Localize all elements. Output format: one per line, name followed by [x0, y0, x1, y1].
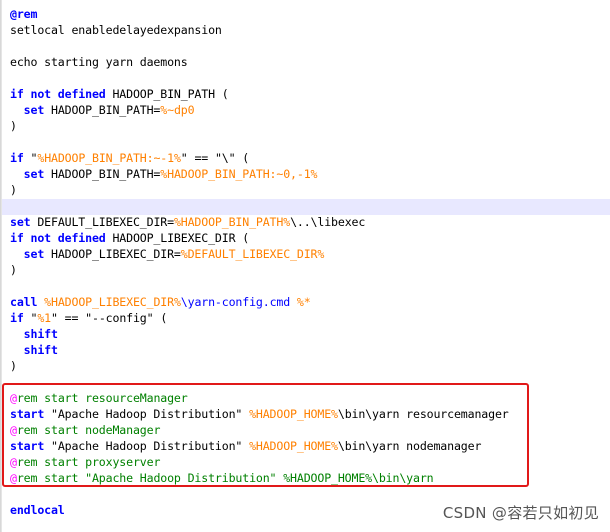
code-token: DEFAULT_LIBEXEC_DIR= [30, 215, 174, 229]
code-token: HADOOP_LIBEXEC_DIR= [44, 247, 181, 261]
code-token: HADOOP_BIN_PATH= [44, 103, 161, 117]
code-token: set [10, 247, 45, 261]
code-token: " [180, 151, 188, 165]
code-token: \yarn-config.cmd [180, 295, 297, 309]
code-line[interactable] [10, 486, 610, 502]
code-token: %HADOOP_LIBEXEC_DIR% [44, 295, 181, 309]
code-line[interactable] [10, 38, 610, 54]
code-line[interactable]: set HADOOP_BIN_PATH=%HADOOP_BIN_PATH:~0,… [10, 166, 610, 182]
code-token: \..\libexec [290, 215, 366, 229]
code-token: %HADOOP_BIN_PATH:~-1% [37, 151, 181, 165]
code-token: %HADOOP_BIN_PATH:~0,-1% [160, 167, 318, 181]
code-token: setlocal enabledelayedexpansion [10, 23, 222, 37]
code-token: ) [10, 183, 17, 197]
code-token: call [10, 295, 38, 309]
code-token: if [10, 311, 24, 325]
code-line[interactable]: call %HADOOP_LIBEXEC_DIR%\yarn-config.cm… [10, 294, 610, 310]
code-token: %* [296, 295, 311, 309]
code-line[interactable]: ) [10, 182, 610, 198]
watermark-text: CSDN @容若只如初见 [442, 504, 599, 522]
code-line[interactable]: if "%1" == "--config" ( [10, 310, 610, 326]
code-token: set [10, 167, 45, 181]
code-line[interactable] [10, 198, 610, 214]
code-token: set [10, 103, 45, 117]
code-token: if not defined [10, 231, 106, 245]
code-token: %HADOOP_BIN_PATH% [173, 215, 291, 229]
code-token: " == [51, 311, 86, 325]
code-line[interactable]: set HADOOP_BIN_PATH=%~dp0 [10, 102, 610, 118]
code-token: HADOOP_BIN_PATH= [44, 167, 161, 181]
code-token: " [23, 311, 38, 325]
code-token: ( [235, 151, 250, 165]
code-token: ( [242, 231, 250, 245]
code-token: ) [10, 119, 17, 133]
code-token: HADOOP_BIN_PATH [105, 87, 222, 101]
code-line[interactable]: set DEFAULT_LIBEXEC_DIR=%HADOOP_BIN_PATH… [10, 214, 610, 230]
code-token: %DEFAULT_LIBEXEC_DIR% [180, 247, 325, 261]
code-line[interactable] [10, 134, 610, 150]
code-token: ) [10, 359, 17, 373]
highlight-box [2, 383, 529, 487]
code-token: ( [221, 87, 229, 101]
code-line[interactable]: if not defined HADOOP_LIBEXEC_DIR ( [10, 230, 610, 246]
code-editor[interactable]: @rem setlocal enabledelayedexpansion echo… [0, 0, 610, 532]
code-line[interactable]: ) [10, 118, 610, 134]
code-token: endlocal [10, 503, 65, 517]
code-token: HADOOP_LIBEXEC_DIR [105, 231, 243, 245]
code-token: %~dp0 [160, 103, 195, 117]
code-line[interactable] [10, 278, 610, 294]
code-line[interactable] [10, 70, 610, 86]
code-token: echo starting yarn daemons [10, 55, 188, 69]
code-line[interactable]: @rem [10, 6, 610, 22]
code-token: if [10, 151, 24, 165]
code-token: shift [10, 343, 58, 357]
code-line[interactable]: if "%HADOOP_BIN_PATH:~-1%" == "\" ( [10, 150, 610, 166]
code-line[interactable]: setlocal enabledelayedexpansion [10, 22, 610, 38]
code-token: ) [10, 263, 17, 277]
code-line[interactable]: if not defined HADOOP_BIN_PATH ( [10, 86, 610, 102]
code-line[interactable]: set HADOOP_LIBEXEC_DIR=%DEFAULT_LIBEXEC_… [10, 246, 610, 262]
code-token: %1 [37, 311, 52, 325]
code-line[interactable]: shift [10, 326, 610, 342]
code-token: ( [153, 311, 168, 325]
code-token: if not defined [10, 87, 106, 101]
code-token: set [10, 215, 31, 229]
code-token: @rem [10, 7, 38, 21]
code-token: "--config" [85, 311, 154, 325]
code-token: == [187, 151, 215, 165]
code-line[interactable]: shift [10, 342, 610, 358]
code-line[interactable]: echo starting yarn daemons [10, 54, 610, 70]
code-token: shift [10, 327, 58, 341]
code-line[interactable]: ) [10, 262, 610, 278]
code-token: "\" [214, 151, 236, 165]
code-line[interactable]: ) [10, 358, 610, 374]
